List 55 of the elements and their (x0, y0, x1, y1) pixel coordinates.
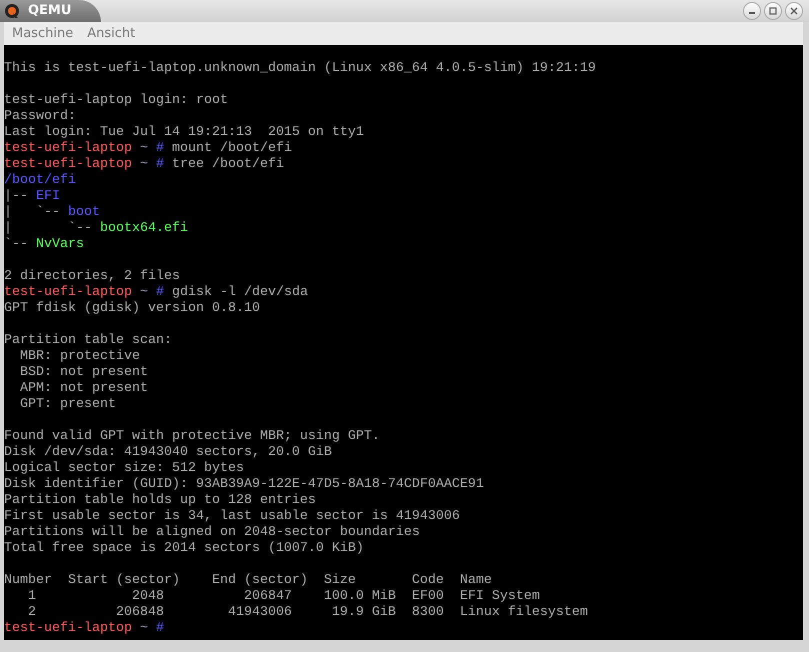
close-button[interactable] (785, 2, 803, 20)
app-logo-icon (4, 3, 20, 19)
output-text: Last login: Tue Jul 14 19:21:13 2015 on tty1 (4, 125, 364, 140)
menu-item[interactable]: Maschine (12, 24, 74, 44)
prompt-symbol: # (156, 621, 164, 636)
output-text: Total free space is 2014 sectors (1007.0 KiB) (4, 541, 364, 556)
prompt-path: ~ (138, 157, 149, 172)
output-text: 1 2048 206847 100.0 MiB EF00 EFI System (26, 589, 540, 604)
maximize-button[interactable] (764, 2, 782, 20)
prompt-host: test-uefi-laptop (4, 285, 132, 300)
output-text: |-- (4, 189, 29, 204)
output-text: This is test-uefi-laptop.unknown_domain (Linux x86_64 4.0.5-slim) 19:21:19 (4, 61, 596, 76)
output-text: `-- (4, 237, 29, 252)
output-text: Partition table holds up to 128 entries (4, 493, 316, 508)
output-text: Disk /dev/sda: 41943040 sectors, 20.0 GiB (4, 445, 332, 460)
output-text: test-uefi-laptop login: root (4, 93, 228, 108)
output-text: | `-- (4, 205, 61, 220)
output-text: Number Start (sector) End (sector) Size Code Name (4, 573, 492, 588)
output-text: APM: not present (18, 381, 148, 396)
prompt-symbol: # (156, 285, 164, 300)
output-text: GPT: present (18, 397, 116, 412)
prompt-path: ~ (138, 141, 149, 156)
prompt-host: test-uefi-laptop (4, 141, 132, 156)
output-text: Logical sector size: 512 bytes (4, 461, 244, 476)
output-text: 2 206848 41943006 19.9 GiB 8300 Linux filesystem (26, 605, 588, 620)
output-text: tree /boot/efi (170, 157, 284, 172)
output-text: MBR: protective (18, 349, 140, 364)
minimize-button[interactable] (743, 2, 761, 20)
output-text: | `-- (4, 221, 93, 236)
prompt-host: test-uefi-laptop (4, 157, 132, 172)
close-icon (790, 7, 798, 15)
output-text: Found valid GPT with protective MBR; using GPT. (4, 429, 380, 444)
file-name: bootx64.efi (100, 221, 188, 236)
directory-name: EFI (36, 189, 60, 204)
menu-item[interactable]: Ansicht (87, 24, 136, 44)
output-text: Disk identifier (GUID): 93AB39A9-122E-47D5-8A18-74CDF0AACE91 (4, 477, 484, 492)
prompt-host: test-uefi-laptop (4, 621, 132, 636)
prompt-symbol: # (156, 141, 164, 156)
output-text: Partitions will be aligned on 2048-sector boundaries (4, 525, 420, 540)
directory-name: /boot/efi (4, 173, 76, 188)
output-text: BSD: not present (18, 365, 148, 380)
prompt-symbol: # (156, 157, 164, 172)
output-text: gdisk -l /dev/sda (170, 285, 308, 300)
window-title: QEMU (28, 2, 72, 20)
directory-name: boot (68, 205, 100, 220)
output-text: Partition table scan: (4, 333, 172, 348)
output-text: First usable sector is 34, last usable sector is 41943006 (4, 509, 460, 524)
maximize-icon (769, 7, 777, 15)
prompt-path: ~ (138, 285, 148, 300)
prompt-path: ~ (138, 621, 149, 636)
file-name: NvVars (36, 237, 84, 252)
output-text: mount /boot/efi (170, 141, 292, 156)
output-text: GPT fdisk (gdisk) version 0.8.10 (4, 301, 260, 316)
output-text: Password: (4, 109, 76, 124)
output-text: 2 directories, 2 files (4, 269, 180, 284)
